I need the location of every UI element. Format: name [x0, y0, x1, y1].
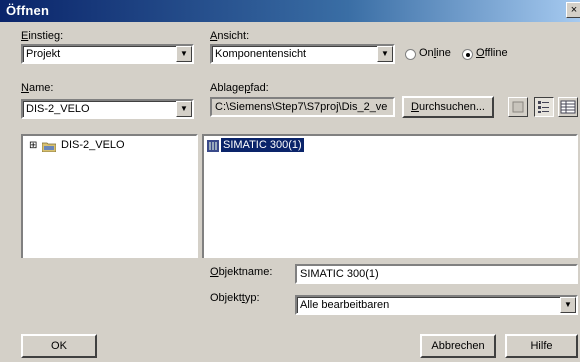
list-view-icon[interactable]	[534, 97, 554, 117]
ablagepfad-field: C:\Siemens\Step7\S7proj\Dis_2_ve	[210, 97, 395, 117]
chevron-down-icon[interactable]: ▼	[377, 46, 393, 62]
chevron-down-icon[interactable]: ▼	[560, 297, 576, 313]
open-dialog: Öffnen × Einstieg: Projekt ▼ Ansicht: Ko…	[0, 0, 580, 362]
ansicht-select[interactable]: Komponentensicht ▼	[210, 44, 395, 64]
objektname-input[interactable]: SIMATIC 300(1)	[295, 264, 578, 284]
name-select[interactable]: DIS-2_VELO ▼	[21, 99, 194, 119]
objekttyp-select[interactable]: Alle bearbeitbaren ▼	[295, 295, 578, 315]
ablagepfad-label: Ablagepfad:	[210, 82, 269, 94]
chevron-down-icon[interactable]: ▼	[176, 101, 192, 117]
ansicht-value: Komponentensicht	[215, 48, 307, 60]
durchsuchen-button[interactable]: Durchsuchen...	[402, 96, 494, 118]
objektname-value: SIMATIC 300(1)	[300, 268, 379, 280]
large-icons-view-icon[interactable]	[508, 97, 528, 117]
objekttyp-label: Objekttyp:	[210, 292, 260, 304]
name-label: Name:	[21, 82, 54, 94]
ablagepfad-value: C:\Siemens\Step7\S7proj\Dis_2_ve	[215, 101, 388, 113]
list-item-station[interactable]: SIMATIC 300(1)	[221, 138, 304, 152]
hilfe-button[interactable]: Hilfe	[505, 334, 578, 358]
offline-radio[interactable]	[462, 49, 473, 60]
einstieg-value: Projekt	[26, 48, 61, 60]
close-button[interactable]: ×	[566, 2, 580, 18]
ansicht-label: Ansicht:	[210, 30, 250, 42]
expand-icon[interactable]: ⊞	[29, 140, 37, 151]
objekttyp-value: Alle bearbeitbaren	[300, 299, 390, 311]
folder-icon	[41, 141, 57, 153]
objektname-label: Objektname:	[210, 266, 273, 278]
details-view-icon[interactable]	[558, 97, 578, 117]
online-label[interactable]: Online	[419, 47, 451, 59]
tree-item-project[interactable]: DIS-2_VELO	[61, 139, 125, 151]
title-bar[interactable]: Öffnen ×	[0, 0, 580, 22]
ok-button[interactable]: OK	[21, 334, 97, 358]
einstieg-select[interactable]: Projekt ▼	[21, 44, 194, 64]
offline-label[interactable]: Offline	[476, 47, 508, 59]
einstieg-label: Einstieg:	[21, 30, 64, 42]
chevron-down-icon[interactable]: ▼	[176, 46, 192, 62]
name-value: DIS-2_VELO	[26, 103, 90, 115]
online-radio[interactable]	[405, 49, 416, 60]
station-icon	[207, 140, 219, 152]
abbrechen-button[interactable]: Abbrechen	[420, 334, 496, 358]
dialog-title: Öffnen	[6, 3, 50, 18]
